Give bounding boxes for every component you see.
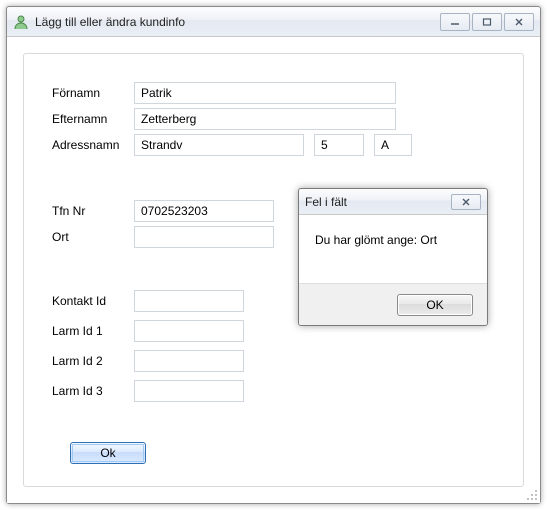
kontaktid-label: Kontakt Id [52,294,134,308]
adresssuffix-input[interactable] [374,134,412,156]
maximize-button[interactable] [472,13,502,31]
tfn-label: Tfn Nr [52,204,134,218]
fornamn-input[interactable] [134,82,396,104]
larm1-label: Larm Id 1 [52,324,134,338]
dialog-message: Du har glömt ange: Ort [315,233,437,247]
row-larm3: Larm Id 3 [52,376,495,406]
ok-button[interactable]: Ok [70,442,146,464]
error-dialog: Fel i fält Du har glömt ange: Ort OK [298,188,488,326]
adressnr-input[interactable] [314,134,364,156]
larm3-label: Larm Id 3 [52,384,134,398]
kontaktid-input[interactable] [134,290,244,312]
row-larm2: Larm Id 2 [52,346,495,376]
tfn-input[interactable] [134,200,274,222]
titlebar[interactable]: Lägg till eller ändra kundinfo [7,7,540,37]
dialog-titlebar[interactable]: Fel i fält [299,189,487,215]
row-fornamn: Förnamn [52,80,495,106]
ort-input[interactable] [134,226,274,248]
adressnamn-input[interactable] [134,134,304,156]
dialog-close-button[interactable] [451,194,481,210]
dialog-title: Fel i fält [305,195,451,209]
larm2-label: Larm Id 2 [52,354,134,368]
efternamn-label: Efternamn [52,112,134,126]
app-icon [13,14,29,30]
window-controls [440,13,534,31]
larm1-input[interactable] [134,320,244,342]
ort-label: Ort [52,230,134,244]
larm2-input[interactable] [134,350,244,372]
minimize-button[interactable] [440,13,470,31]
close-button[interactable] [504,13,534,31]
fornamn-label: Förnamn [52,86,134,100]
row-efternamn: Efternamn [52,106,495,132]
larm3-input[interactable] [134,380,244,402]
efternamn-input[interactable] [134,108,396,130]
dialog-body: Du har glömt ange: Ort [299,215,487,283]
window-title: Lägg till eller ändra kundinfo [35,15,440,29]
row-adressnamn: Adressnamn [52,132,495,158]
dialog-ok-button[interactable]: OK [397,294,473,316]
resize-grip-icon[interactable] [524,487,538,501]
dialog-footer: OK [299,283,487,325]
adressnamn-label: Adressnamn [52,138,134,152]
